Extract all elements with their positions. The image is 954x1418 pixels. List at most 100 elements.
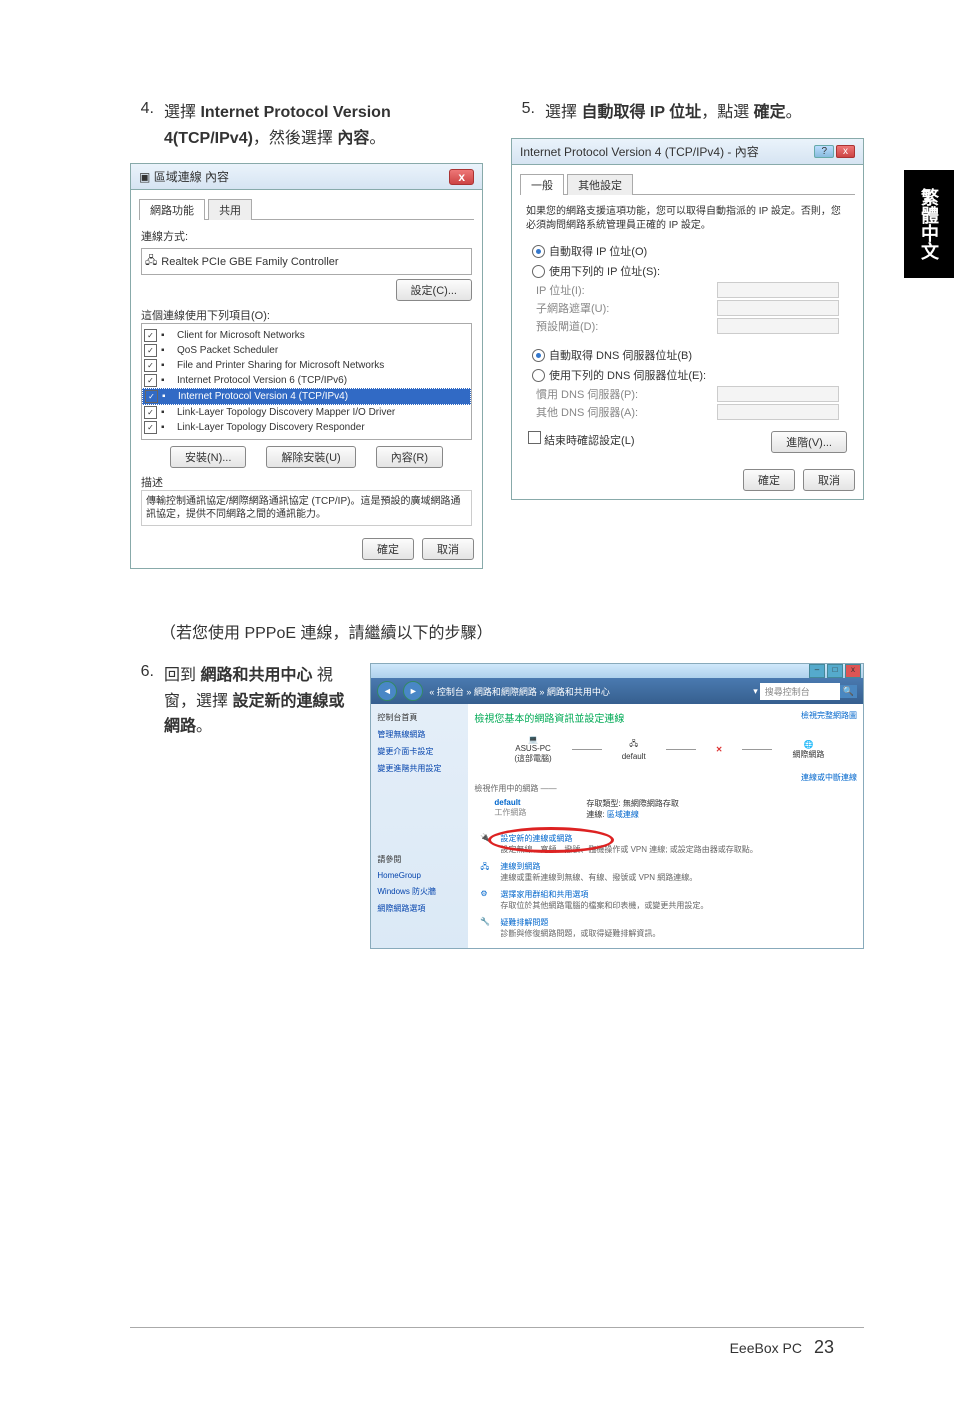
protocol-icon: ▪ bbox=[161, 422, 173, 434]
search-input[interactable]: 搜尋控制台 bbox=[760, 683, 840, 700]
checkbox-icon: ✓ bbox=[144, 344, 157, 357]
dns2-input[interactable] bbox=[717, 404, 839, 420]
step-number: 5. bbox=[511, 100, 535, 126]
nav-link[interactable]: 請參閱 bbox=[377, 854, 462, 865]
checkbox-icon: ✓ bbox=[144, 359, 157, 372]
checkbox-icon: ✓ bbox=[144, 406, 157, 419]
cancel-button[interactable]: 取消 bbox=[422, 538, 474, 560]
radio-auto-ip[interactable]: 自動取得 IP 位址(O) bbox=[528, 241, 847, 261]
ip-input[interactable] bbox=[717, 282, 839, 298]
uninstall-button[interactable]: 解除安裝(U) bbox=[266, 446, 355, 468]
task-link[interactable]: 🖧連線到網路連線或重新連線到無線、有線、撥號或 VPN 網路連線。 bbox=[474, 858, 857, 886]
side-tab: 繁體中文 bbox=[904, 170, 954, 278]
search-icon[interactable]: 🔍 bbox=[840, 685, 857, 698]
protocol-icon: ▪ bbox=[161, 375, 173, 387]
step-6: 6. 回到 網路和共用中心 視窗，選擇 設定新的連線或網路。 bbox=[130, 663, 350, 740]
advanced-button[interactable]: 進階(V)... bbox=[771, 431, 847, 453]
full-map-link[interactable]: 檢視完整網路圖 bbox=[801, 710, 857, 731]
close-button[interactable]: x bbox=[845, 664, 861, 678]
close-button[interactable]: x bbox=[836, 145, 855, 158]
step-number: 4. bbox=[130, 100, 154, 151]
ipv4-properties-dialog: Internet Protocol Version 4 (TCP/IPv4) -… bbox=[511, 138, 864, 500]
properties-button[interactable]: 內容(R) bbox=[376, 446, 443, 468]
radio-manual-dns[interactable]: 使用下列的 DNS 伺服器位址(E): bbox=[528, 365, 847, 385]
no-internet-icon: ✕ bbox=[716, 745, 723, 754]
configure-button[interactable]: 設定(C)... bbox=[396, 279, 472, 301]
breadcrumb[interactable]: « 控制台 » 網路和網際網路 » 網路和共用中心 bbox=[429, 685, 610, 698]
description-text: 傳輸控制通訊協定/網際網路通訊協定 (TCP/IP)。這是預設的廣域網路通訊協定… bbox=[141, 490, 472, 526]
step-5: 5. 選擇 自動取得 IP 位址，點選 確定。 bbox=[511, 100, 864, 126]
validate-checkbox[interactable]: 結束時確認設定(L) bbox=[528, 431, 635, 453]
internet-icon: 🌐網際網路 bbox=[792, 740, 824, 760]
protocol-item[interactable]: ✓▪Link-Layer Topology Discovery Mapper I… bbox=[142, 405, 471, 420]
cancel-button[interactable]: 取消 bbox=[803, 469, 855, 491]
network-icon: 🖧default bbox=[622, 738, 646, 761]
subnet-input[interactable] bbox=[717, 300, 839, 316]
nav-link[interactable]: 變更介面卡設定 bbox=[377, 746, 462, 757]
pppoe-note: （若您使用 PPPoE 連線，請繼續以下的步驟） bbox=[160, 619, 864, 643]
task-icon: 🔧 bbox=[480, 917, 494, 931]
tab-sharing[interactable]: 共用 bbox=[208, 199, 252, 220]
task-icon: 🔌 bbox=[480, 833, 494, 847]
checkbox-icon: ✓ bbox=[145, 390, 158, 403]
tab-networking[interactable]: 網路功能 bbox=[139, 199, 205, 220]
protocol-item[interactable]: ✓▪Client for Microsoft Networks bbox=[142, 328, 471, 343]
task-icon: 🖧 bbox=[480, 861, 494, 875]
protocol-item[interactable]: ✓▪QoS Packet Scheduler bbox=[142, 343, 471, 358]
window-icon: ▣ bbox=[139, 170, 150, 184]
adapter-icon: 🖧 bbox=[145, 252, 157, 271]
forward-button[interactable]: ► bbox=[403, 681, 423, 701]
back-button[interactable]: ◄ bbox=[377, 681, 397, 701]
radio-manual-ip[interactable]: 使用下列的 IP 位址(S): bbox=[528, 261, 847, 281]
description-label: 描述 bbox=[141, 474, 472, 490]
maximize-button[interactable]: □ bbox=[827, 664, 843, 678]
dns1-input[interactable] bbox=[717, 386, 839, 402]
connection-link[interactable]: 區域連線 bbox=[607, 810, 639, 819]
protocol-item[interactable]: ✓▪Internet Protocol Version 6 (TCP/IPv6) bbox=[142, 373, 471, 388]
checkbox-icon: ✓ bbox=[144, 329, 157, 342]
nav-home[interactable]: 控制台首頁 bbox=[377, 712, 462, 723]
nav-link[interactable]: HomeGroup bbox=[377, 871, 462, 880]
connect-using-label: 連線方式: bbox=[141, 228, 472, 244]
protocol-icon: ▪ bbox=[161, 360, 173, 372]
protocol-item[interactable]: ✓▪Link-Layer Topology Discovery Responde… bbox=[142, 420, 471, 435]
nav-link[interactable]: 變更進階共用設定 bbox=[377, 763, 462, 774]
task-icon: ⚙ bbox=[480, 889, 494, 903]
active-network[interactable]: default 工作網路 bbox=[494, 798, 526, 820]
page-footer: EeeBox PC23 bbox=[730, 1337, 834, 1358]
tab-alternate[interactable]: 其他設定 bbox=[567, 174, 633, 195]
ok-button[interactable]: 確定 bbox=[743, 469, 795, 491]
pane-title: 檢視您基本的網路資訊並設定連線 bbox=[474, 710, 624, 725]
close-button[interactable]: x bbox=[449, 169, 474, 185]
step-number: 6. bbox=[130, 663, 154, 740]
protocol-item[interactable]: ✓▪File and Printer Sharing for Microsoft… bbox=[142, 358, 471, 373]
nav-link[interactable]: Windows 防火牆 bbox=[377, 886, 462, 897]
install-button[interactable]: 安裝(N)... bbox=[170, 446, 246, 468]
ok-button[interactable]: 確定 bbox=[362, 538, 414, 560]
nav-link[interactable]: 網際網路選項 bbox=[377, 903, 462, 914]
help-button[interactable]: ? bbox=[814, 145, 834, 158]
lan-properties-dialog: ▣ 區域連線 內容 x 網路功能 共用 連線方式: 🖧 Realtek PCIe… bbox=[130, 163, 483, 569]
protocol-icon: ▪ bbox=[162, 391, 174, 403]
protocol-icon: ▪ bbox=[161, 407, 173, 419]
connect-disconnect-link[interactable]: 連線或中斷連線 bbox=[474, 772, 857, 783]
window-title: Internet Protocol Version 4 (TCP/IPv4) -… bbox=[520, 143, 759, 160]
tab-general[interactable]: 一般 bbox=[520, 174, 564, 195]
gateway-input[interactable] bbox=[717, 318, 839, 334]
intro-text: 如果您的網路支援這項功能，您可以取得自動指派的 IP 設定。否則，您必須詢問網路… bbox=[520, 199, 855, 239]
checkbox-icon: ✓ bbox=[144, 374, 157, 387]
protocol-item[interactable]: ✓▪Internet Protocol Version 4 (TCP/IPv4) bbox=[142, 388, 471, 405]
checkbox-icon: ✓ bbox=[144, 421, 157, 434]
network-sharing-center: – □ x ◄ ► « 控制台 » 網路和網際網路 » 網路和共用中心 ▾ 搜尋… bbox=[370, 663, 864, 949]
minimize-button[interactable]: – bbox=[809, 664, 825, 678]
task-link[interactable]: ⚙選擇家用群組和共用選項存取位於其他網路電腦的檔案和印表機，或變更共用設定。 bbox=[474, 886, 857, 914]
window-title: 區域連線 內容 bbox=[154, 168, 229, 185]
task-link[interactable]: 🔌設定新的連線或網路設定無線、寬頻、撥號、臨機操作或 VPN 連線; 或設定路由… bbox=[474, 830, 857, 858]
this-pc-icon: 💻ASUS-PC(這部電腦) bbox=[514, 735, 551, 764]
left-nav: 控制台首頁 管理無線網路變更介面卡設定變更進階共用設定 請參閱 HomeGroup… bbox=[371, 704, 468, 948]
protocol-icon: ▪ bbox=[161, 330, 173, 342]
radio-auto-dns[interactable]: 自動取得 DNS 伺服器位址(B) bbox=[528, 345, 847, 365]
nav-link[interactable]: 管理無線網路 bbox=[377, 729, 462, 740]
task-link[interactable]: 🔧疑難排解問題診斷與修復網路問題，或取得疑難排解資訊。 bbox=[474, 914, 857, 942]
step-4: 4. 選擇 Internet Protocol Version 4(TCP/IP… bbox=[130, 100, 483, 151]
